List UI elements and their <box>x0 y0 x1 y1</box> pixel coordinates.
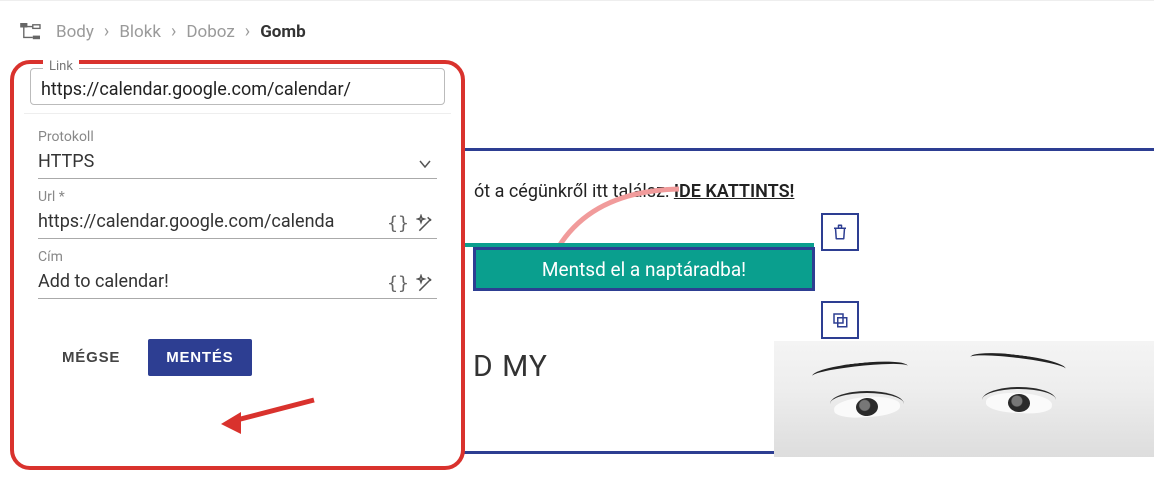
trash-icon <box>831 223 849 241</box>
link-value: https://calendar.google.com/calendar/ <box>41 79 434 100</box>
crumb-gomb[interactable]: Gomb <box>260 22 305 42</box>
crumb-doboz[interactable]: Doboz <box>186 22 234 42</box>
url-label: Url * <box>38 189 437 205</box>
hint-prefix: ót a cégünkről itt találsz: <box>474 181 674 202</box>
title-input[interactable] <box>38 269 381 298</box>
link-field[interactable]: Link https://calendar.google.com/calenda… <box>30 68 445 105</box>
protocol-field[interactable]: Protokoll <box>38 123 437 179</box>
chevron-down-icon <box>419 160 431 168</box>
protocol-label: Protokoll <box>38 129 437 145</box>
delete-button[interactable] <box>821 213 859 251</box>
title-label: Cím <box>38 249 437 265</box>
title-field[interactable]: Cím {} <box>38 243 437 299</box>
tree-icon <box>20 23 42 41</box>
chevron-right-icon: › <box>245 21 250 42</box>
hint-text: ót a cégünkről itt találsz: IDE KATTINTS… <box>474 181 794 202</box>
duplicate-button[interactable] <box>821 301 859 339</box>
copy-icon <box>831 311 849 329</box>
magic-icon[interactable] <box>415 273 437 295</box>
chevron-right-icon: › <box>171 21 176 42</box>
crumb-body[interactable]: Body <box>56 22 94 42</box>
cta-label: Mentsd el a naptáradba! <box>542 258 746 281</box>
brackets-icon[interactable]: {} <box>387 213 409 235</box>
link-settings-panel: Link https://calendar.google.com/calenda… <box>10 60 465 470</box>
annotation-arrow-red <box>219 394 319 436</box>
protocol-select[interactable] <box>38 149 411 178</box>
link-label: Link <box>43 59 79 74</box>
heading-text: D MY <box>473 349 548 384</box>
crumb-blokk[interactable]: Blokk <box>119 22 161 42</box>
url-input[interactable] <box>38 209 381 238</box>
hint-link[interactable]: IDE KATTINTS! <box>674 181 795 202</box>
chevron-right-icon: › <box>104 21 109 42</box>
breadcrumb: Body › Blokk › Doboz › Gomb <box>0 0 1154 58</box>
save-button[interactable]: MENTÉS <box>148 339 251 376</box>
magic-icon[interactable] <box>415 213 437 235</box>
url-field[interactable]: Url * {} <box>38 183 437 239</box>
brackets-icon[interactable]: {} <box>387 273 409 295</box>
cta-button-save-to-calendar[interactable]: Mentsd el a naptáradba! <box>473 247 815 291</box>
face-image <box>774 341 1154 457</box>
cancel-button[interactable]: MÉGSE <box>48 339 134 376</box>
